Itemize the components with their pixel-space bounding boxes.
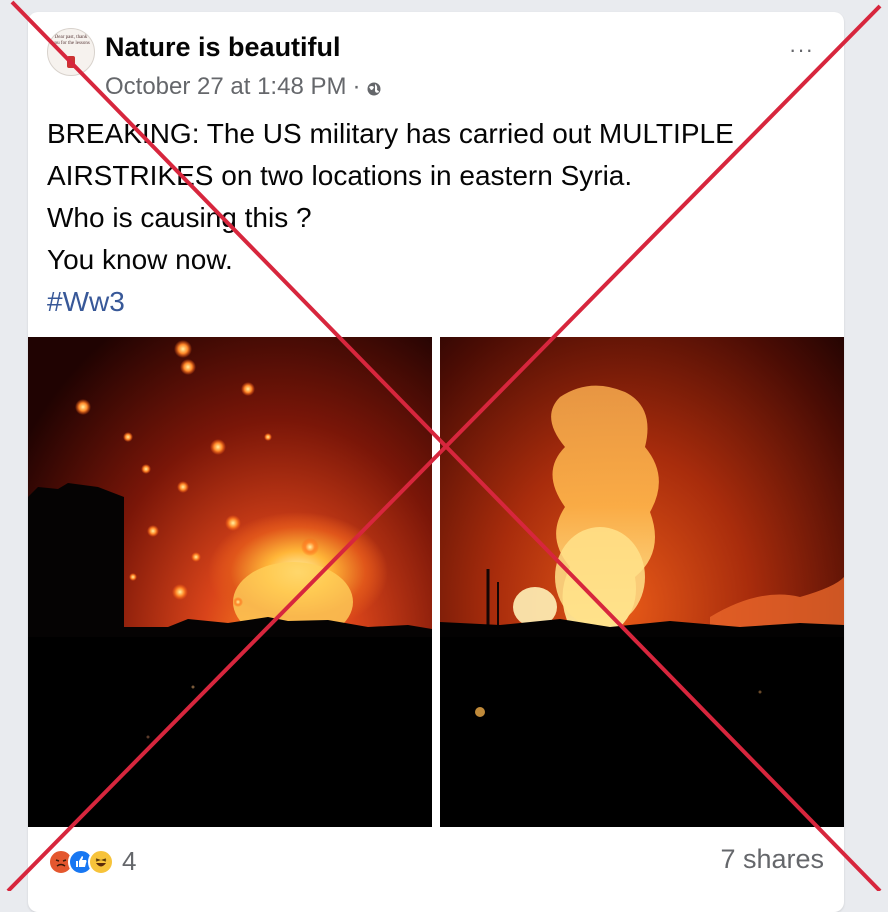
avatar-text: Dear past, thank you for the lessons	[52, 35, 90, 46]
night-explosion-photo-right[interactable]	[440, 337, 844, 827]
post-timestamp[interactable]: October 27 at 1:48 PM	[105, 73, 346, 101]
page-avatar[interactable]: Dear past, thank you for the lessons	[47, 28, 95, 76]
shares-count-link[interactable]: 7 shares	[720, 844, 824, 875]
reactions-summary[interactable]: 4	[48, 846, 136, 877]
explosion-image-right	[440, 337, 844, 827]
more-options-button[interactable]: ···	[789, 37, 814, 63]
post-meta: October 27 at 1:48 PM ·	[105, 73, 382, 101]
post-body: BREAKING: The US military has carried ou…	[47, 113, 837, 323]
explosion-image-left	[28, 337, 432, 827]
avatar-mark	[67, 56, 75, 68]
post-line: BREAKING: The US military has carried ou…	[47, 118, 734, 149]
globe-icon	[367, 82, 381, 96]
haha-icon	[88, 848, 114, 875]
post-line: AIRSTRIKES on two locations in eastern S…	[47, 160, 633, 191]
page-name-link[interactable]: Nature is beautiful	[105, 32, 341, 63]
night-explosion-photo-left[interactable]	[28, 337, 432, 827]
meta-separator: ·	[352, 73, 361, 100]
post-line: Who is causing this ?	[47, 202, 312, 233]
hashtag-link[interactable]: #Ww3	[47, 281, 837, 323]
post-line: You know now.	[47, 244, 233, 275]
facebook-post-card: Dear past, thank you for the lessons Nat…	[28, 12, 844, 912]
reaction-count: 4	[122, 846, 137, 876]
